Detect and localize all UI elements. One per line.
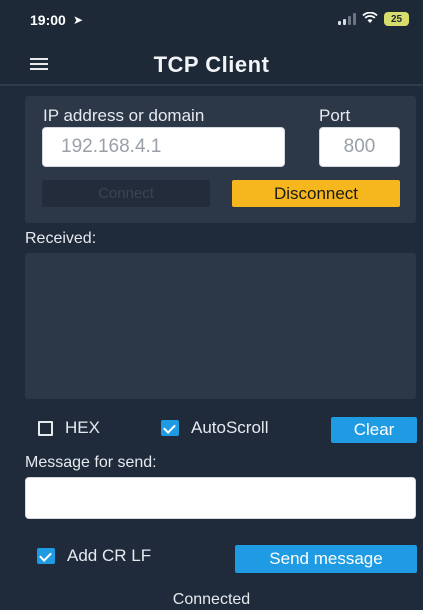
autoscroll-label: AutoScroll — [191, 418, 269, 437]
message-input[interactable] — [25, 477, 416, 519]
clear-button[interactable]: Clear — [331, 417, 417, 443]
add-crlf-label: Add CR LF — [67, 546, 152, 565]
message-label: Message for send: — [25, 454, 157, 471]
wifi-icon — [362, 11, 378, 26]
status-time: 19:00 — [30, 12, 66, 28]
received-output-area[interactable] — [25, 253, 416, 399]
disconnect-button[interactable]: Disconnect — [232, 180, 400, 207]
connection-status: Connected — [172, 591, 251, 608]
ip-address-input[interactable]: 192.168.4.1 — [42, 127, 285, 167]
ip-label: IP address or domain — [43, 106, 205, 125]
connect-button[interactable]: Connect — [42, 180, 210, 207]
signal-icon — [338, 13, 356, 25]
add-crlf-checkbox[interactable]: Add CR LF — [37, 546, 151, 566]
battery-icon: 25 — [384, 12, 409, 26]
port-label: Port — [319, 106, 351, 125]
page-title: TCP Client — [153, 52, 270, 77]
port-input[interactable]: 800 — [319, 127, 400, 167]
hex-checkbox[interactable]: HEX — [38, 418, 100, 438]
checked-box-icon — [37, 548, 55, 564]
autoscroll-checkbox[interactable]: AutoScroll — [161, 418, 268, 438]
app-header: TCP Client — [0, 44, 423, 86]
hex-label: HEX — [65, 418, 100, 437]
received-label: Received: — [25, 230, 97, 247]
connection-panel: IP address or domain Port 192.168.4.1 80… — [25, 96, 416, 223]
location-arrow-icon: ➤ — [73, 13, 84, 27]
status-bar: 19:00 ➤ 25 — [0, 0, 423, 44]
send-message-button[interactable]: Send message — [235, 545, 417, 573]
checked-box-icon — [161, 420, 179, 436]
status-indicators: 25 — [338, 11, 409, 27]
unchecked-box-icon — [38, 420, 53, 436]
